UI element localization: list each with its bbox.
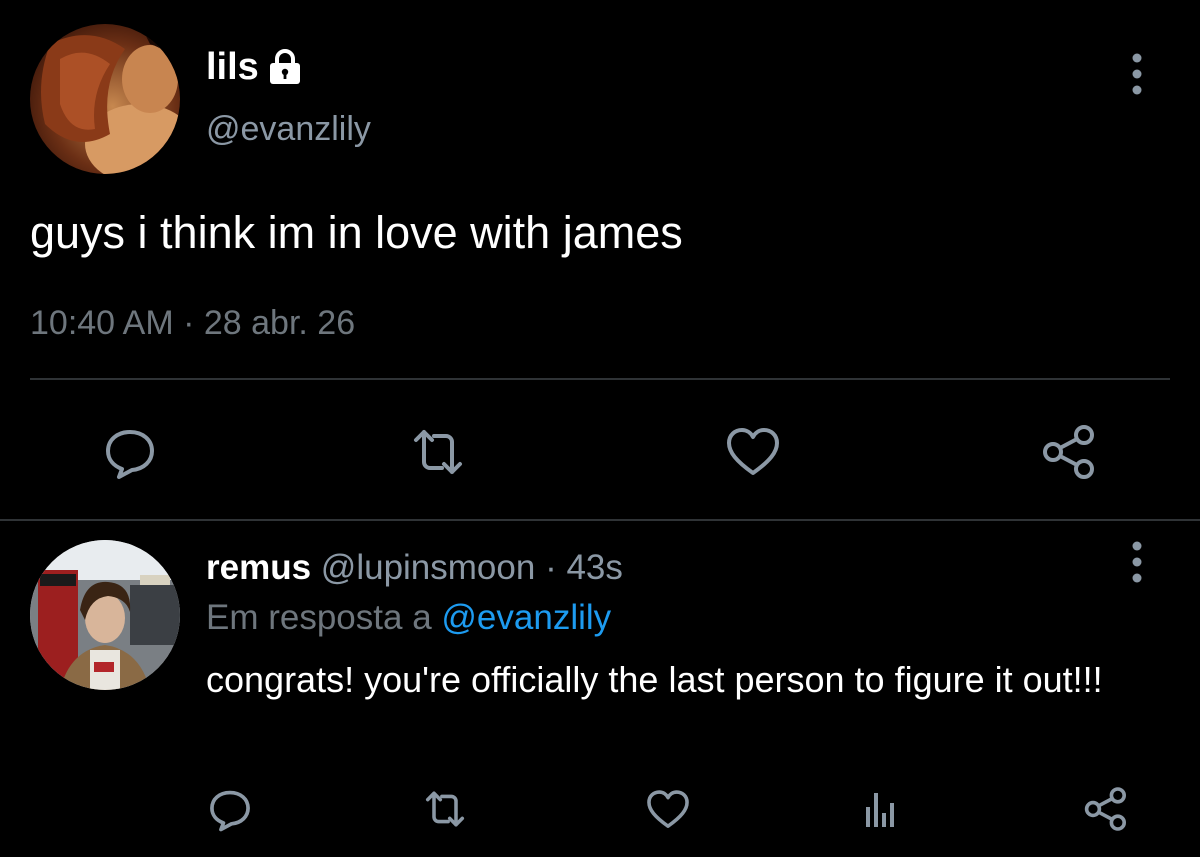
reply-button[interactable] <box>205 784 255 834</box>
author-name-row[interactable]: lils <box>206 44 303 90</box>
reply-text: congrats! you're officially the last per… <box>206 659 1103 700</box>
share-icon <box>1081 785 1129 833</box>
more-vertical-icon[interactable] <box>1122 52 1152 96</box>
stats-button[interactable] <box>855 784 905 834</box>
reply-author-avatar[interactable] <box>30 540 180 690</box>
tweet-text: guys i think im in love with james <box>30 207 683 258</box>
divider <box>30 378 1170 380</box>
author-handle[interactable]: @evanzlily <box>206 108 371 150</box>
retweet-button[interactable] <box>420 784 470 834</box>
share-button[interactable] <box>1078 782 1132 836</box>
stats-icon <box>860 789 900 829</box>
retweet-icon <box>408 424 468 480</box>
reply-timestamp[interactable]: 43s <box>566 548 622 587</box>
share-icon <box>1038 422 1098 482</box>
tweet-timestamp[interactable]: 10:40 AM · 28 abr. 26 <box>30 302 355 344</box>
heart-icon <box>645 788 691 831</box>
retweet-icon <box>421 787 469 831</box>
more-vertical-icon[interactable] <box>1122 540 1152 584</box>
reply-header: remus @lupinsmoon · 43s <box>206 546 623 590</box>
reply-context-mention[interactable]: @evanzlily <box>441 598 611 637</box>
retweet-button[interactable] <box>408 422 468 482</box>
lock-icon <box>267 48 303 86</box>
reply-icon <box>102 424 158 480</box>
reply-context: Em resposta a @evanzlily <box>206 596 611 640</box>
author-avatar[interactable] <box>30 24 180 174</box>
reply-author-name[interactable]: remus <box>206 548 311 587</box>
like-button[interactable] <box>643 784 693 834</box>
reply-button[interactable] <box>100 422 160 482</box>
like-button[interactable] <box>723 422 783 482</box>
reply-icon <box>207 786 253 832</box>
heart-icon <box>724 425 782 479</box>
divider <box>0 519 1200 521</box>
reply-context-label: Em resposta a <box>206 598 432 637</box>
share-button[interactable] <box>1036 420 1100 484</box>
author-display-name[interactable]: lils <box>206 44 259 90</box>
reply-author-handle[interactable]: @lupinsmoon <box>321 548 536 587</box>
header-separator: · <box>545 548 557 587</box>
